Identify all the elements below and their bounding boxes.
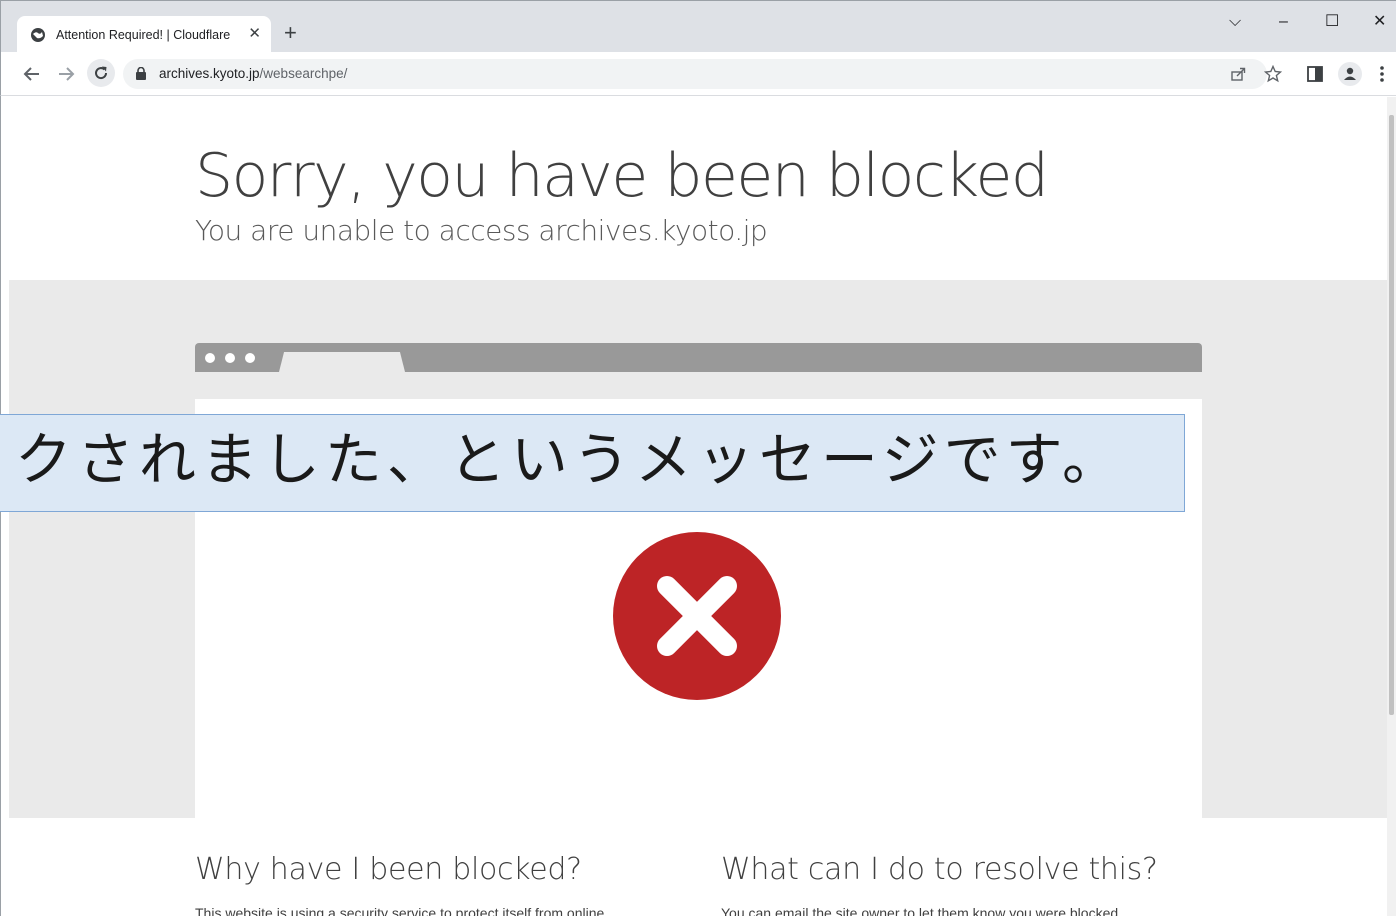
address-bar[interactable]: archives.kyoto.jp/websearchpe/ bbox=[123, 59, 1282, 89]
forward-arrow-icon[interactable] bbox=[57, 65, 75, 83]
dot-icon bbox=[245, 353, 255, 363]
side-panel-icon[interactable] bbox=[1307, 66, 1323, 82]
reload-icon bbox=[95, 66, 108, 80]
subtitle-caption-overlay: クされました、というメッセージです。 bbox=[0, 414, 1185, 512]
person-icon bbox=[1344, 67, 1356, 80]
reload-button[interactable] bbox=[87, 59, 115, 87]
maximize-button[interactable]: ☐ bbox=[1325, 13, 1339, 31]
illustration-tab bbox=[279, 352, 405, 372]
url-path: /websearchpe/ bbox=[259, 66, 348, 81]
new-tab-button[interactable]: + bbox=[284, 20, 297, 46]
tab-strip: Attention Required! | Cloudflare ✕ + ⌵ –… bbox=[0, 0, 1396, 53]
tab-close-icon[interactable]: ✕ bbox=[248, 25, 261, 43]
dot-icon bbox=[205, 353, 215, 363]
why-blocked-heading: Why have I been blocked? bbox=[195, 852, 582, 887]
scrollbar-thumb[interactable] bbox=[1389, 115, 1394, 715]
x-mark-icon bbox=[657, 576, 737, 656]
caption-text: クされました、というメッセージです。 bbox=[14, 427, 1124, 493]
tab-search-icon[interactable]: ⌵ bbox=[1229, 13, 1241, 31]
error-x-icon bbox=[613, 532, 781, 700]
url-text: archives.kyoto.jp/websearchpe/ bbox=[159, 66, 347, 81]
url-host: archives.kyoto.jp bbox=[159, 66, 260, 81]
lock-icon[interactable] bbox=[136, 67, 146, 80]
resolve-heading: What can I do to resolve this? bbox=[721, 852, 1158, 887]
page-title: Sorry, you have been blocked bbox=[195, 141, 1049, 211]
tab-active[interactable]: Attention Required! | Cloudflare ✕ bbox=[17, 16, 271, 53]
profile-avatar[interactable] bbox=[1338, 62, 1362, 86]
resolve-text: You can email the site owner to let them… bbox=[721, 905, 1123, 916]
close-window-button[interactable]: ✕ bbox=[1373, 13, 1386, 31]
dot-icon bbox=[225, 353, 235, 363]
tab-title: Attention Required! | Cloudflare bbox=[56, 27, 231, 42]
page-subtitle: You are unable to access archives.kyoto.… bbox=[195, 214, 768, 247]
minimize-button[interactable]: – bbox=[1279, 13, 1288, 31]
page-scrollbar[interactable] bbox=[1387, 97, 1396, 916]
why-blocked-text: This website is using a security service… bbox=[195, 905, 605, 916]
menu-dots-icon[interactable] bbox=[1379, 65, 1385, 83]
bookmark-star-icon[interactable] bbox=[1264, 65, 1282, 83]
browser-toolbar: archives.kyoto.jp/websearchpe/ bbox=[0, 52, 1396, 96]
browser-illustration-bar bbox=[195, 343, 1202, 372]
globe-icon bbox=[31, 27, 45, 42]
share-icon[interactable] bbox=[1230, 66, 1246, 82]
back-arrow-icon[interactable] bbox=[23, 65, 41, 83]
